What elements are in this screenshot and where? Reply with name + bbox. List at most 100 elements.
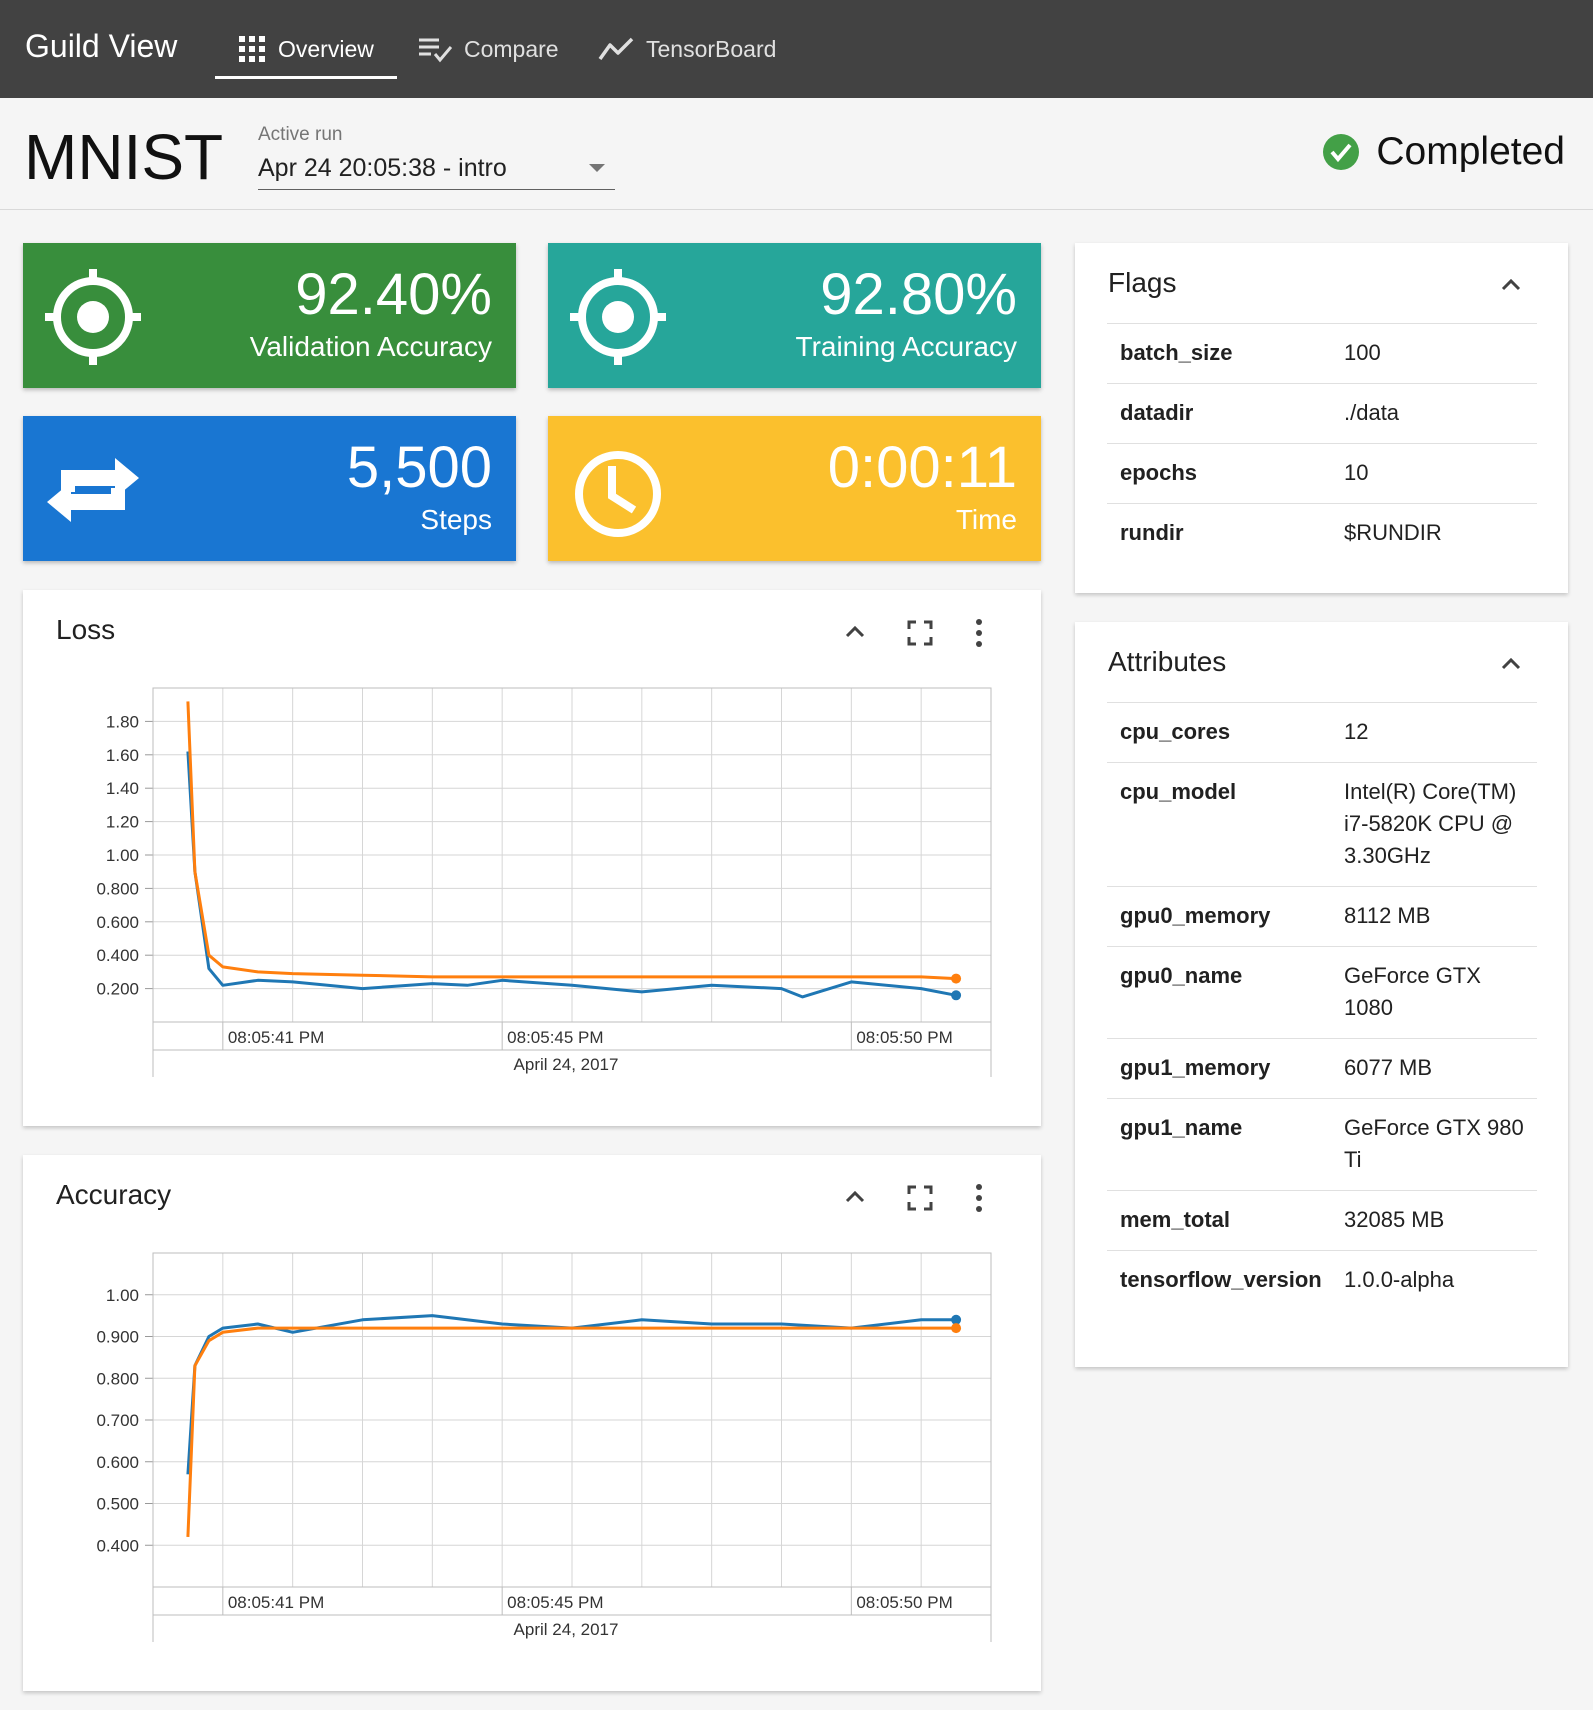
flags-table: batch_size 100 datadir ./data epochs 10 … bbox=[1107, 323, 1537, 563]
attribute-value: 1.0.0-alpha bbox=[1344, 1267, 1455, 1292]
loss-y-tick-label: 1.20 bbox=[106, 813, 139, 832]
attribute-row: gpu0_memory 8112 MB bbox=[1107, 886, 1537, 946]
tab-tensorboard-label: TensorBoard bbox=[646, 35, 777, 62]
active-run-select[interactable]: Apr 24 20:05:38 - intro bbox=[258, 150, 615, 190]
stat-value: 5,500 bbox=[346, 435, 492, 500]
attribute-row: cpu_cores 12 bbox=[1107, 702, 1537, 762]
accuracy-y-tick-label: 1.00 bbox=[106, 1286, 139, 1305]
chevron-up-icon[interactable] bbox=[1499, 652, 1523, 676]
stat-card-training-accuracy: 92.80% Training Accuracy bbox=[548, 243, 1041, 388]
loss-y-tick-label: 0.400 bbox=[96, 946, 139, 965]
target-icon bbox=[570, 269, 666, 365]
loss-y-tick-label: 0.600 bbox=[96, 913, 139, 932]
line-chart-icon bbox=[598, 37, 634, 61]
stat-label: Validation Accuracy bbox=[249, 331, 492, 362]
top-app-bar: Guild View Overview Compare TensorBoard bbox=[0, 0, 1593, 98]
accuracy-x-tick-label: 08:05:45 PM bbox=[507, 1593, 603, 1612]
loss-y-tick-label: 1.40 bbox=[106, 779, 139, 798]
loss-series-end-point-0 bbox=[951, 990, 962, 1001]
flag-key: batch_size bbox=[1120, 340, 1233, 365]
attribute-key: gpu0_name bbox=[1120, 963, 1243, 988]
accuracy-y-tick-label: 0.700 bbox=[96, 1411, 139, 1430]
loss-chart-card: Loss 0.200 0.400 0.600 0.800 1.00 1.20 1.40 1.6… bbox=[23, 590, 1041, 1126]
stat-label: Training Accuracy bbox=[795, 331, 1018, 362]
accuracy-y-tick-label: 0.600 bbox=[96, 1453, 139, 1472]
attribute-value: 32085 MB bbox=[1344, 1207, 1445, 1232]
tab-compare[interactable]: Compare bbox=[418, 0, 559, 98]
loss-y-tick-label: 1.60 bbox=[106, 746, 139, 765]
dropdown-arrow-icon bbox=[589, 164, 605, 172]
attribute-row: tensorflow_version 1.0.0-alpha bbox=[1107, 1250, 1537, 1310]
flag-value: 100 bbox=[1344, 340, 1381, 365]
accuracy-series-end-point-1 bbox=[951, 1323, 962, 1334]
active-run-value: Apr 24 20:05:38 - intro bbox=[258, 154, 507, 182]
stat-value: 0:00:11 bbox=[827, 435, 1017, 500]
loss-series-end-point-1 bbox=[951, 973, 962, 984]
attribute-value: 8112 MB bbox=[1344, 903, 1431, 928]
stat-card-steps: 5,500 Steps bbox=[23, 416, 516, 561]
attribute-row: mem_total 32085 MB bbox=[1107, 1190, 1537, 1250]
loss-x-axis-label: April 24, 2017 bbox=[514, 1055, 619, 1074]
stat-card-validation-accuracy: 92.40% Validation Accuracy bbox=[23, 243, 516, 388]
flag-row: rundir $RUNDIR bbox=[1107, 503, 1537, 563]
attribute-value: 12 bbox=[1344, 719, 1369, 744]
tab-compare-label: Compare bbox=[464, 35, 559, 62]
repeat-icon bbox=[47, 458, 139, 522]
loss-x-tick-label: 08:05:50 PM bbox=[856, 1028, 952, 1047]
flag-row: epochs 10 bbox=[1107, 443, 1537, 503]
attribute-key: gpu0_memory bbox=[1120, 903, 1271, 928]
flag-value: ./data bbox=[1344, 400, 1400, 425]
attributes-card: Attributes cpu_cores 12 cpu_model Intel(… bbox=[1075, 622, 1568, 1367]
accuracy-y-tick-label: 0.500 bbox=[96, 1495, 139, 1514]
stat-value: 92.40% bbox=[295, 262, 492, 327]
attribute-value: GeForce GTX 1080 bbox=[1344, 963, 1481, 1020]
flag-key: epochs bbox=[1120, 460, 1198, 485]
tab-overview[interactable]: Overview bbox=[238, 0, 374, 98]
app-brand[interactable]: Guild View bbox=[25, 28, 177, 65]
attribute-value: GeForce GTX 980 Ti bbox=[1344, 1115, 1524, 1172]
flag-value: 10 bbox=[1344, 460, 1369, 485]
attribute-key: gpu1_name bbox=[1120, 1115, 1243, 1140]
stat-label: Steps bbox=[420, 504, 492, 535]
chevron-up-icon[interactable] bbox=[1499, 273, 1523, 297]
loss-x-tick-label: 08:05:41 PM bbox=[228, 1028, 324, 1047]
attribute-row: gpu0_name GeForce GTX 1080 bbox=[1107, 946, 1537, 1038]
accuracy-x-tick-label: 08:05:50 PM bbox=[856, 1593, 952, 1612]
tab-tensorboard[interactable]: TensorBoard bbox=[598, 0, 776, 98]
target-icon bbox=[45, 269, 141, 365]
loss-y-tick-label: 1.00 bbox=[106, 846, 139, 865]
stat-card-time: 0:00:11 Time bbox=[548, 416, 1041, 561]
flags-title: Flags bbox=[1108, 267, 1177, 298]
stat-value: 92.80% bbox=[820, 262, 1017, 327]
accuracy-y-tick-label: 0.800 bbox=[96, 1369, 139, 1388]
attributes-title: Attributes bbox=[1108, 646, 1227, 677]
grid-icon bbox=[239, 36, 265, 62]
flag-row: datadir ./data bbox=[1107, 383, 1537, 443]
active-tab-indicator bbox=[215, 76, 397, 79]
attribute-value: Intel(R) Core(TM) i7-5820K CPU @ 3.30GHz bbox=[1344, 779, 1517, 868]
active-run-label: Active run bbox=[258, 124, 343, 145]
loss-chart: 0.200 0.400 0.600 0.800 1.00 1.20 1.40 1.60 1.80… bbox=[96, 687, 992, 1077]
check-circle-icon bbox=[1323, 134, 1360, 170]
compare-list-icon bbox=[419, 38, 452, 63]
flag-value: $RUNDIR bbox=[1344, 520, 1442, 545]
attribute-row: cpu_model Intel(R) Core(TM) i7-5820K CPU… bbox=[1107, 762, 1537, 886]
stat-label: Time bbox=[955, 504, 1017, 535]
accuracy-y-tick-label: 0.400 bbox=[96, 1536, 139, 1555]
attributes-table: cpu_cores 12 cpu_model Intel(R) Core(TM)… bbox=[1107, 702, 1537, 1310]
flag-key: datadir bbox=[1120, 400, 1194, 425]
flag-key: rundir bbox=[1120, 520, 1184, 545]
loss-x-tick-label: 08:05:45 PM bbox=[507, 1028, 603, 1047]
attribute-value: 6077 MB bbox=[1344, 1055, 1433, 1080]
accuracy-chart: 0.400 0.500 0.600 0.700 0.800 0.900 1.00 08:05:… bbox=[96, 1252, 992, 1642]
attribute-key: cpu_cores bbox=[1120, 719, 1231, 744]
loss-y-tick-label: 1.80 bbox=[106, 712, 139, 731]
accuracy-chart-card: Accuracy 0.400 0.500 0.600 0.700 0.800 0.900 1… bbox=[23, 1155, 1041, 1691]
loss-y-tick-label: 0.800 bbox=[96, 879, 139, 898]
attribute-row: gpu1_name GeForce GTX 980 Ti bbox=[1107, 1098, 1537, 1190]
attribute-key: mem_total bbox=[1120, 1207, 1231, 1232]
attribute-key: gpu1_memory bbox=[1120, 1055, 1271, 1080]
flag-row: batch_size 100 bbox=[1107, 323, 1537, 383]
accuracy-x-axis-label: April 24, 2017 bbox=[514, 1620, 619, 1639]
tab-overview-label: Overview bbox=[278, 35, 374, 62]
